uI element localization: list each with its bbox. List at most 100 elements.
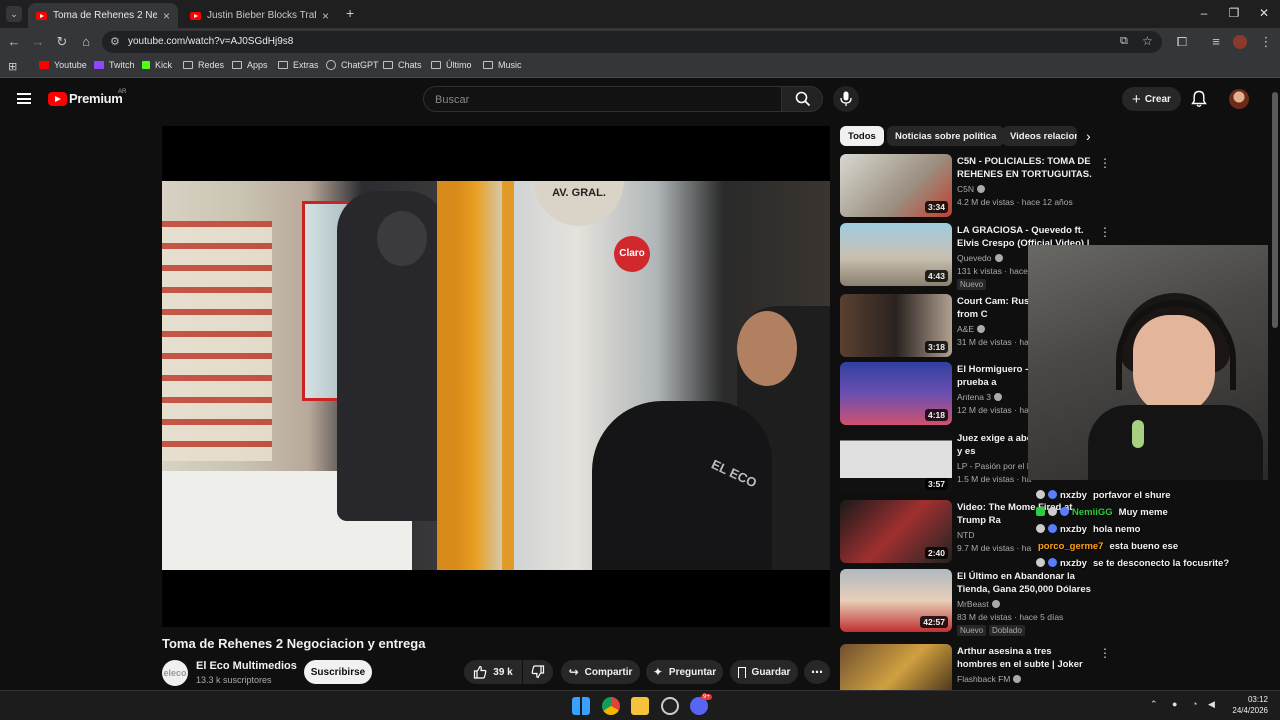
system-clock[interactable]: 03:12 24/4/2026	[1224, 694, 1268, 716]
recommendation-title[interactable]: Arthur asesina a tres hombres en el subt…	[957, 645, 1092, 671]
video-thumbnail[interactable]: 3:57	[840, 431, 952, 494]
browser-tab-active[interactable]: Toma de Rehenes 2 Negociacion ×	[28, 3, 178, 28]
tab-search-button[interactable]: ⌄	[6, 6, 22, 22]
video-player[interactable]: AV. GRAL. Claro EL ECO	[162, 126, 830, 627]
bookmark-ultimo[interactable]: Último	[431, 60, 472, 70]
bookmark-extras[interactable]: Extras	[278, 60, 319, 70]
address-bar[interactable]: ⚙ youtube.com/watch?v=AJ0SGdHj9s8 ⧉ ☆	[102, 31, 1162, 53]
chip-politica[interactable]: Noticias sobre política	[887, 126, 1005, 146]
bookmark-redes[interactable]: Redes	[183, 60, 224, 70]
bookmark-youtube[interactable]: Youtube	[39, 60, 87, 70]
voice-search-button[interactable]	[833, 86, 859, 112]
close-tab-icon[interactable]: ×	[163, 9, 170, 23]
save-button[interactable]: Guardar	[730, 660, 798, 684]
bookmark-chatgpt[interactable]: ChatGPT	[326, 60, 379, 70]
tray-chevron-icon[interactable]: ⌃	[1150, 699, 1158, 710]
recommendation-channel[interactable]: Antena 3	[957, 392, 1003, 402]
video-thumbnail[interactable]: 2:40	[840, 500, 952, 563]
recommendation-channel[interactable]: Quevedo	[957, 253, 1003, 263]
file-explorer-icon[interactable]	[631, 697, 649, 715]
bookmark-chats[interactable]: Chats	[383, 60, 422, 70]
channel-name[interactable]: El Eco Multimedios	[196, 660, 297, 672]
close-window-icon[interactable]: ✕	[1254, 6, 1274, 20]
list-item[interactable]: 3:34 C5N - POLICIALES: TOMA DE REHENES E…	[840, 154, 1111, 218]
volume-icon[interactable]: ◀	[1208, 699, 1215, 710]
bookmark-star-icon[interactable]: ☆	[1142, 34, 1153, 48]
hamburger-menu-icon[interactable]	[17, 93, 31, 104]
video-thumbnail[interactable]: 4:43	[840, 223, 952, 286]
ask-button[interactable]: ✦ Preguntar	[646, 660, 723, 684]
scrollbar-thumb[interactable]	[1272, 92, 1278, 328]
recommendation-meta: 131 k vistas · hace	[957, 266, 1028, 276]
new-tab-button[interactable]: +	[346, 5, 354, 21]
recommendation-channel[interactable]: A&E	[957, 324, 986, 334]
notifications-bell-icon[interactable]	[1191, 90, 1207, 108]
video-thumbnail[interactable]: 4:18	[840, 362, 952, 425]
video-thumbnail[interactable]	[840, 644, 952, 690]
share-button[interactable]: ↪ Compartir	[561, 660, 640, 684]
recommendation-channel[interactable]: C5N	[957, 184, 986, 194]
chrome-icon[interactable]	[602, 697, 620, 715]
duration-badge: 4:43	[924, 270, 948, 282]
back-icon[interactable]: ←	[6, 34, 22, 50]
create-button[interactable]: + Crear	[1122, 87, 1181, 111]
search-input[interactable]: Buscar	[423, 86, 782, 112]
video-frame[interactable]: AV. GRAL. Claro EL ECO	[162, 181, 830, 570]
menu-kebab-icon[interactable]: ⋮	[1258, 34, 1274, 50]
recommendation-channel[interactable]: NTD	[957, 530, 974, 540]
chevron-right-icon[interactable]: ›	[1086, 128, 1091, 144]
recommendation-channel[interactable]: Flashback FM	[957, 674, 1022, 684]
recommendation-title[interactable]: C5N - POLICIALES: TOMA DE REHENES EN TOR…	[957, 155, 1092, 181]
apps-grid-icon[interactable]: ⊞	[8, 60, 17, 73]
video-thumbnail[interactable]: 3:18	[840, 294, 952, 357]
new-badge: Nuevo	[957, 625, 987, 636]
minimize-icon[interactable]: –	[1194, 6, 1214, 20]
bookmark-twitch[interactable]: Twitch	[94, 60, 135, 70]
profile-avatar-icon[interactable]	[1233, 35, 1247, 49]
obs-icon[interactable]	[661, 697, 679, 715]
list-item[interactable]: Arthur asesina a tres hombres en el subt…	[840, 644, 1110, 690]
network-icon[interactable]: ◔	[1192, 699, 1197, 709]
video-thumbnail[interactable]: 42:57	[840, 569, 952, 632]
recommendation-channel[interactable]: MrBeast	[957, 599, 1000, 609]
more-vertical-icon[interactable]: ⋮	[1099, 225, 1111, 239]
bookmark-kick[interactable]: Kick	[142, 60, 172, 70]
windows-taskbar: 9+ ⌃ ● ◔ ◀ 03:12 24/4/2026	[0, 690, 1280, 720]
extensions-icon[interactable]: ⧠	[1174, 34, 1190, 50]
home-icon[interactable]: ⌂	[78, 34, 94, 50]
like-button[interactable]: 39 k	[464, 660, 522, 684]
close-tab-icon[interactable]: ×	[322, 9, 329, 23]
tray-mic-icon[interactable]: ●	[1172, 699, 1177, 709]
bookmark-apps[interactable]: Apps	[232, 60, 268, 70]
bookmark-music[interactable]: Music	[483, 60, 522, 70]
forward-icon[interactable]: →	[30, 34, 46, 50]
restore-icon[interactable]: ❐	[1224, 6, 1244, 20]
premium-wordmark[interactable]: Premium	[69, 91, 123, 106]
account-avatar[interactable]	[1229, 89, 1249, 109]
chat-text: esta bueno ese	[1109, 541, 1179, 552]
stream-chat: nxzby porfavor el shure NemiiGG Muy meme n…	[1036, 490, 1276, 575]
recommendation-channel[interactable]: LP - Pasión por el D	[957, 461, 1033, 471]
verified-icon	[977, 185, 986, 193]
browser-tab[interactable]: Justin Bieber Blocks Traffic As R ×	[182, 3, 337, 28]
more-actions-button[interactable]: ⋯	[804, 660, 830, 684]
search-button[interactable]	[781, 86, 823, 112]
video-thumbnail[interactable]: 3:34	[840, 154, 952, 217]
youtube-logo-icon[interactable]	[48, 92, 67, 106]
folder-icon	[431, 61, 441, 69]
reading-list-icon[interactable]: ≡	[1208, 34, 1224, 50]
more-vertical-icon[interactable]: ⋮	[1099, 156, 1111, 170]
install-app-icon[interactable]: ⧉	[1120, 35, 1128, 48]
duration-badge: 4:18	[924, 409, 948, 421]
reload-icon[interactable]: ↻	[54, 34, 70, 50]
chip-todos[interactable]: Todos	[840, 126, 884, 146]
site-info-icon[interactable]: ⚙	[110, 35, 120, 48]
dislike-button[interactable]	[523, 660, 553, 684]
subscribe-button[interactable]: Suscribirse	[304, 660, 372, 684]
more-vertical-icon[interactable]: ⋮	[1099, 646, 1110, 660]
chip-relacionados[interactable]: Videos relacionados	[1002, 126, 1077, 146]
folder-icon	[232, 61, 242, 69]
channel-avatar[interactable]: eleco	[162, 660, 188, 686]
list-item[interactable]: 42:57 El Último en Abandonar la Tienda, …	[840, 569, 1110, 636]
windows-start-icon[interactable]	[572, 697, 590, 715]
